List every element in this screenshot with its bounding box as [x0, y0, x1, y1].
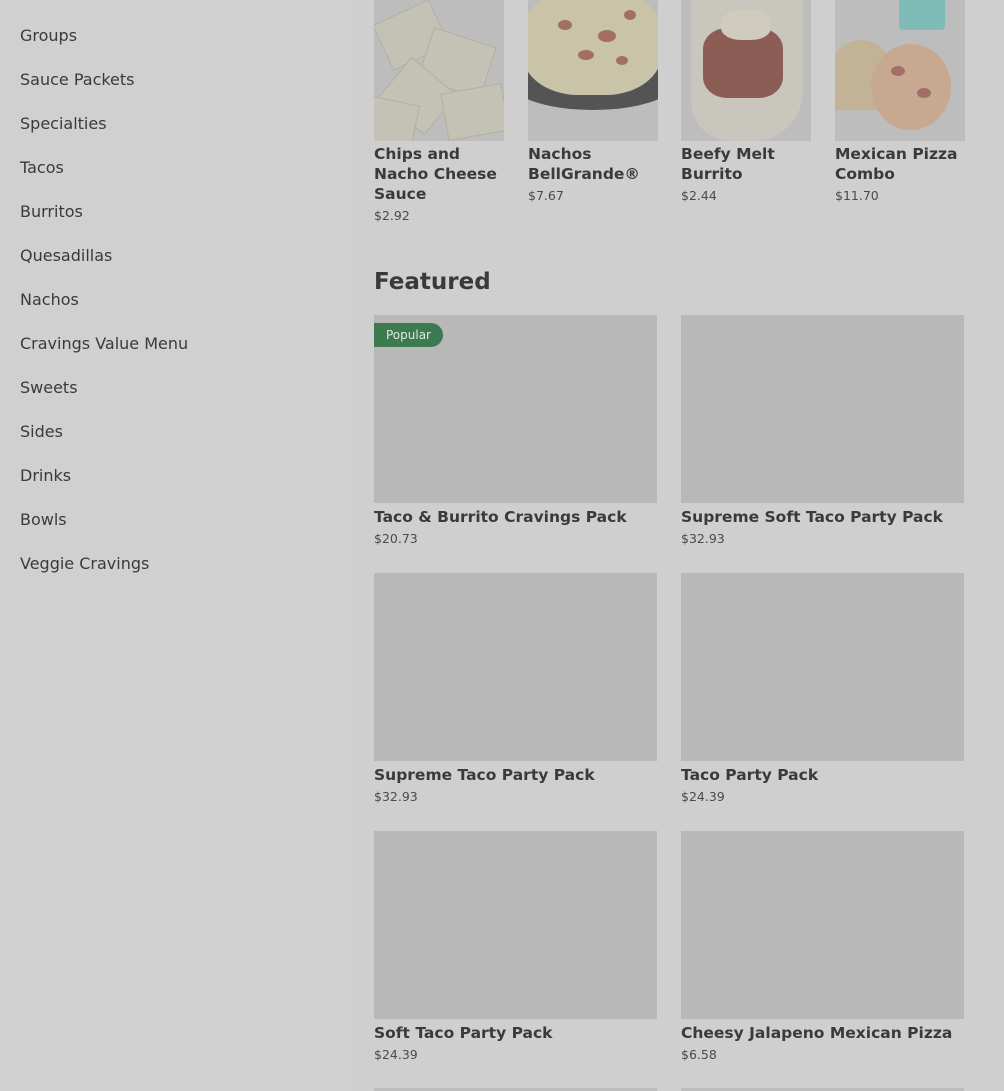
product-card[interactable]: Beefy Melt Burrito $2.44 [681, 0, 811, 203]
beefy-melt-burrito-image [681, 0, 811, 141]
sidebar-item-specialties[interactable]: Specialties [20, 110, 188, 154]
product-image-placeholder [374, 573, 657, 761]
sidebar-item-drinks[interactable]: Drinks [20, 462, 188, 506]
product-price: $11.70 [835, 188, 879, 203]
product-price: $32.93 [681, 531, 725, 546]
product-price: $32.93 [374, 789, 418, 804]
product-price: $2.44 [681, 188, 717, 203]
sidebar-item-groups[interactable]: Groups [20, 22, 188, 66]
product-name: Chips and Nacho Cheese Sauce [374, 145, 497, 203]
featured-product-card[interactable]: Soft Taco Party Pack $24.39 [374, 831, 657, 1062]
featured-product-card[interactable]: Popular Taco & Burrito Cravings Pack $20… [374, 315, 657, 546]
product-name: Beefy Melt Burrito [681, 145, 775, 183]
product-image-placeholder [681, 831, 964, 1019]
category-list: Groups Sauce Packets Specialties Tacos B… [20, 22, 188, 594]
sidebar-item-veggie-cravings[interactable]: Veggie Cravings [20, 550, 188, 594]
sidebar-item-nachos[interactable]: Nachos [20, 286, 188, 330]
product-price: $7.67 [528, 188, 564, 203]
popular-badge: Popular [374, 323, 443, 347]
product-card[interactable]: Mexican Pizza Combo $11.70 [835, 0, 965, 203]
mexican-pizza-combo-image [835, 0, 965, 141]
sidebar-item-burritos[interactable]: Burritos [20, 198, 188, 242]
product-name: Nachos BellGrande® [528, 145, 640, 183]
product-price: $24.39 [681, 789, 725, 804]
product-name: Soft Taco Party Pack [374, 1024, 553, 1042]
sidebar-item-sauce-packets[interactable]: Sauce Packets [20, 66, 188, 110]
product-image-placeholder [681, 573, 964, 761]
sidebar-item-bowls[interactable]: Bowls [20, 506, 188, 550]
product-image-placeholder [681, 315, 964, 503]
product-name: Mexican Pizza Combo [835, 145, 958, 183]
product-image-placeholder [374, 831, 657, 1019]
sidebar-item-sides[interactable]: Sides [20, 418, 188, 462]
chips-nacho-cheese-image [374, 0, 504, 141]
product-name: Taco & Burrito Cravings Pack [374, 508, 627, 526]
product-image-placeholder: Popular [374, 315, 657, 503]
sidebar-item-tacos[interactable]: Tacos [20, 154, 188, 198]
menu-main: Chips and Nacho Cheese Sauce $2.92 Nacho… [374, 0, 1004, 1091]
featured-heading: Featured [374, 269, 491, 295]
recommended-carousel: Chips and Nacho Cheese Sauce $2.92 Nacho… [374, 0, 1004, 223]
featured-product-card[interactable]: Taco Party Pack $24.39 [681, 573, 964, 804]
category-sidebar: Groups Sauce Packets Specialties Tacos B… [0, 0, 350, 1091]
featured-product-card[interactable]: Supreme Taco Party Pack $32.93 [374, 573, 657, 804]
product-price: $24.39 [374, 1047, 418, 1062]
menu-page: Groups Sauce Packets Specialties Tacos B… [0, 0, 1004, 1091]
featured-product-card[interactable]: Cheesy Jalapeno Mexican Pizza $6.58 [681, 831, 964, 1062]
product-card[interactable]: Nachos BellGrande® $7.67 [528, 0, 658, 203]
product-card[interactable]: Chips and Nacho Cheese Sauce $2.92 [374, 0, 504, 223]
product-price: $2.92 [374, 208, 410, 223]
nachos-bellgrande-image [528, 0, 658, 141]
product-name: Supreme Soft Taco Party Pack [681, 508, 943, 526]
sidebar-item-sweets[interactable]: Sweets [20, 374, 188, 418]
product-name: Taco Party Pack [681, 766, 819, 784]
product-name: Supreme Taco Party Pack [374, 766, 595, 784]
product-price: $6.58 [681, 1047, 717, 1062]
sidebar-item-quesadillas[interactable]: Quesadillas [20, 242, 188, 286]
sidebar-item-cravings-value-menu[interactable]: Cravings Value Menu [20, 330, 188, 374]
product-name: Cheesy Jalapeno Mexican Pizza [681, 1024, 953, 1042]
product-price: $20.73 [374, 531, 418, 546]
featured-product-card[interactable]: Supreme Soft Taco Party Pack $32.93 [681, 315, 964, 546]
